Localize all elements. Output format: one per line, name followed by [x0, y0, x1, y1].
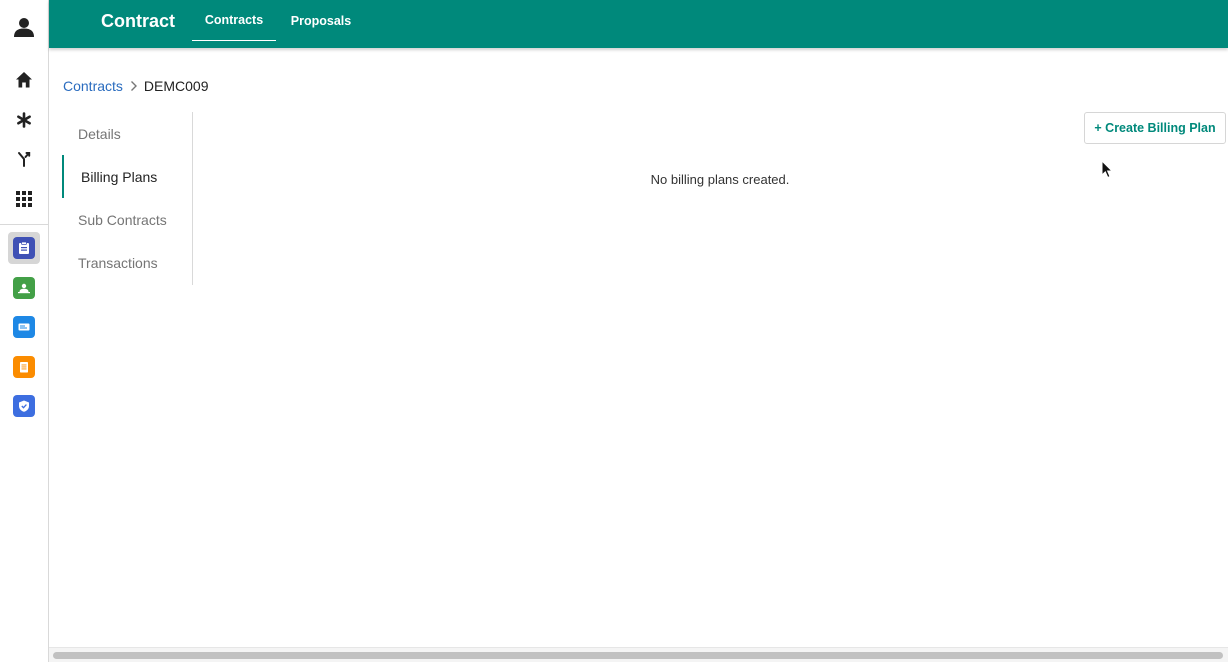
left-rail — [0, 0, 49, 662]
ticket-icon — [13, 316, 35, 338]
tab-proposals[interactable]: Proposals — [279, 0, 363, 41]
side-tab-details[interactable]: Details — [62, 112, 192, 155]
app-title: Contract — [101, 11, 176, 31]
breadcrumb: Contracts DEMC009 — [63, 77, 209, 95]
user-icon[interactable] — [8, 11, 40, 43]
asterisk-icon[interactable] — [8, 104, 40, 136]
rail-divider — [0, 224, 49, 225]
apps-grid-icon[interactable] — [8, 183, 40, 215]
side-tab-sub-contracts[interactable]: Sub Contracts — [62, 198, 192, 241]
app-security[interactable] — [8, 390, 40, 422]
merge-icon[interactable] — [8, 143, 40, 175]
side-tab-billing-plans[interactable]: Billing Plans — [62, 155, 192, 198]
top-bar: Contract Contracts Proposals — [49, 0, 1228, 48]
breadcrumb-current: DEMC009 — [143, 78, 209, 94]
app-tickets[interactable] — [8, 311, 40, 343]
notepad-icon — [13, 356, 35, 378]
chevron-right-icon — [130, 80, 138, 92]
tab-contracts[interactable]: Contracts — [192, 0, 276, 41]
mouse-cursor-icon — [1101, 159, 1114, 184]
section-tabs: Details Billing Plans Sub Contracts Tran… — [62, 112, 193, 285]
side-tab-transactions[interactable]: Transactions — [62, 241, 192, 284]
horizontal-scrollbar[interactable] — [49, 647, 1228, 662]
clipboard-icon — [13, 237, 35, 259]
scrollbar-thumb[interactable] — [53, 652, 1223, 659]
app-contracts[interactable] — [8, 232, 40, 264]
app-notes[interactable] — [8, 351, 40, 383]
create-billing-plan-button[interactable]: + Create Billing Plan — [1084, 112, 1226, 144]
app-window: Contract Contracts Proposals Contracts D… — [0, 0, 1228, 662]
shield-icon — [13, 395, 35, 417]
team-icon — [13, 277, 35, 299]
empty-state-message: No billing plans created. — [650, 172, 790, 187]
breadcrumb-contracts-link[interactable]: Contracts — [63, 78, 123, 94]
app-team[interactable] — [8, 272, 40, 304]
home-icon[interactable] — [8, 64, 40, 96]
